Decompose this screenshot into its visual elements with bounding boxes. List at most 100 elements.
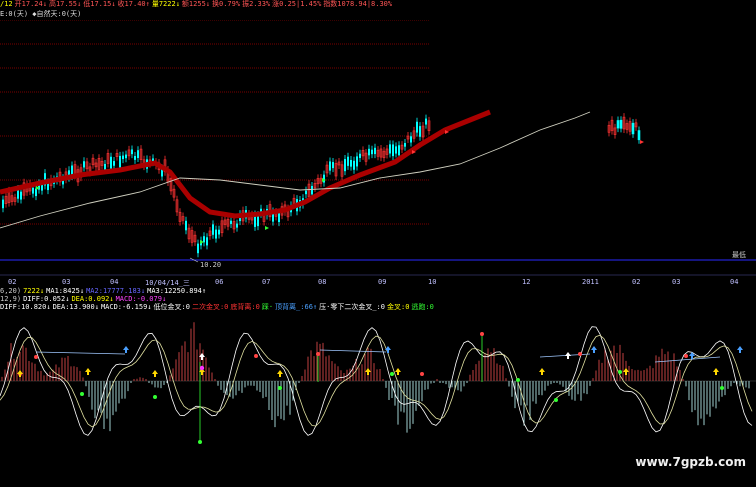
signal-arrow [737, 346, 743, 350]
signal-arrow [713, 368, 719, 372]
signal-dot [578, 352, 582, 356]
signal-arrow-stem [567, 356, 569, 359]
signal-arrow-stem [201, 372, 203, 375]
watermark: www.7gpzb.com [635, 455, 746, 469]
candle-body [119, 155, 121, 168]
cycle-info: E:0(天) ◆自然天:0(天) [0, 10, 82, 18]
candle-body [631, 122, 635, 135]
candle-body [374, 147, 376, 155]
divergence-line [319, 349, 387, 353]
candle-body [347, 156, 349, 166]
signal-dot [254, 354, 258, 358]
mid2-item: MACD:-0.079↓ [115, 295, 167, 303]
signal-arrow-stem [541, 372, 543, 375]
candle-body [404, 143, 406, 147]
candle-body [392, 144, 394, 157]
low-price-label: 10.20 [200, 261, 221, 269]
date-tick: 10 [428, 278, 437, 286]
date-tick: 04 [110, 278, 119, 286]
mid3-item: MACD:-6.159↓ [100, 303, 152, 311]
signal-arrow [152, 370, 158, 374]
signal-arrow-stem [397, 372, 399, 375]
mid2-item: DEA:0.092↓ [71, 295, 114, 303]
candle-body [323, 174, 325, 183]
signal-dot [316, 352, 320, 356]
date-tick: 03 [672, 278, 681, 286]
mid3-item: 踩· [261, 303, 274, 311]
date-tick: 04 [730, 278, 739, 286]
header-items-item: 高17.55↓ [48, 0, 82, 8]
candle-body [137, 150, 139, 158]
mid3-item: 二次金叉:0 [191, 303, 229, 311]
signal-dot [390, 372, 394, 376]
ma-white-line [0, 111, 591, 229]
candle-body [332, 162, 334, 169]
signal-arrow-stem [125, 350, 127, 353]
signal-arrow [265, 226, 269, 230]
header-items-item: 开17.24↓ [14, 0, 47, 8]
signal-dot [80, 392, 84, 396]
candle-body [425, 118, 427, 125]
date-tick: 07 [262, 278, 271, 286]
signal-dot [34, 355, 38, 359]
candle-body [329, 161, 331, 171]
candle-body [104, 163, 106, 170]
signal-arrow-stem [625, 372, 627, 375]
signal-dot [153, 395, 157, 399]
signal-arrow [365, 368, 371, 372]
signal-dot [278, 386, 282, 390]
signal-arrow [277, 370, 283, 374]
candle-body [32, 187, 34, 194]
candle-body [395, 146, 397, 154]
signal-arrow-stem [87, 372, 89, 375]
date-tick: 02 [632, 278, 641, 286]
candle-body [131, 149, 133, 155]
candle-body [185, 220, 187, 231]
candle-body [203, 236, 205, 243]
mid3-item: 压·零下二次金叉_:0 [319, 303, 385, 311]
mid3-item: 底背离:0 [230, 303, 260, 311]
candle-body [371, 149, 373, 155]
signal-arrow-stem [367, 372, 369, 375]
date-tick: 08 [318, 278, 327, 286]
signal-arrow [395, 368, 401, 372]
candle-body [230, 220, 232, 224]
candle-body [398, 145, 400, 156]
header-items-item: 收17.40↑ [117, 0, 150, 8]
candle-body [122, 155, 124, 160]
mid1-item: 6,20) [0, 287, 22, 295]
date-tick: 03 [62, 278, 71, 286]
candle-body [125, 154, 127, 159]
mid2-item: DIFF:0.052↓ [23, 295, 70, 303]
candle-body [236, 223, 238, 228]
signal-arrow-stem [739, 350, 741, 353]
signal-arrow-stem [19, 374, 21, 377]
candle-body [368, 148, 370, 156]
signal-arrow-stem [593, 350, 595, 353]
signal-arrow [85, 368, 91, 372]
chart-mask [430, 20, 756, 112]
mid2-item: 12,9) [0, 295, 22, 303]
candle-body [619, 119, 623, 129]
signal-dot [199, 365, 205, 371]
header-items-item: 额1255↓ [181, 0, 210, 8]
candle-body [311, 185, 313, 195]
mid1-item: 7222↓ [23, 287, 45, 295]
signal-arrow [565, 352, 571, 356]
mid3-item: 金叉:0 [386, 303, 410, 311]
mid3-item: DIFF:10.820↓ [0, 303, 51, 311]
signal-arrow-stem [279, 374, 281, 377]
signal-legend: DIFF:10.820↓ DEA:13.900↓ MACD:-6.159↓ 低位金叉:… [0, 303, 436, 312]
chart-mask [604, 112, 640, 113]
candle-body [344, 159, 346, 172]
mid3-item: 逃跑:0 [411, 303, 434, 311]
date-tick: 02 [8, 278, 17, 286]
candle-body [83, 161, 85, 168]
header-items-item: 换0.79% [212, 0, 241, 8]
price-chart[interactable]: 10.20 最低 [0, 20, 756, 276]
mid3-item: 顶背离_:66↑ [275, 303, 318, 311]
candle-body [134, 156, 136, 160]
candle-body [637, 130, 641, 141]
candle-body [212, 224, 214, 235]
quote-header: /12 开17.24↓ 高17.55↓ 低17.15↓ 收17.40↑ 量7222↓ 额12… [0, 0, 394, 9]
